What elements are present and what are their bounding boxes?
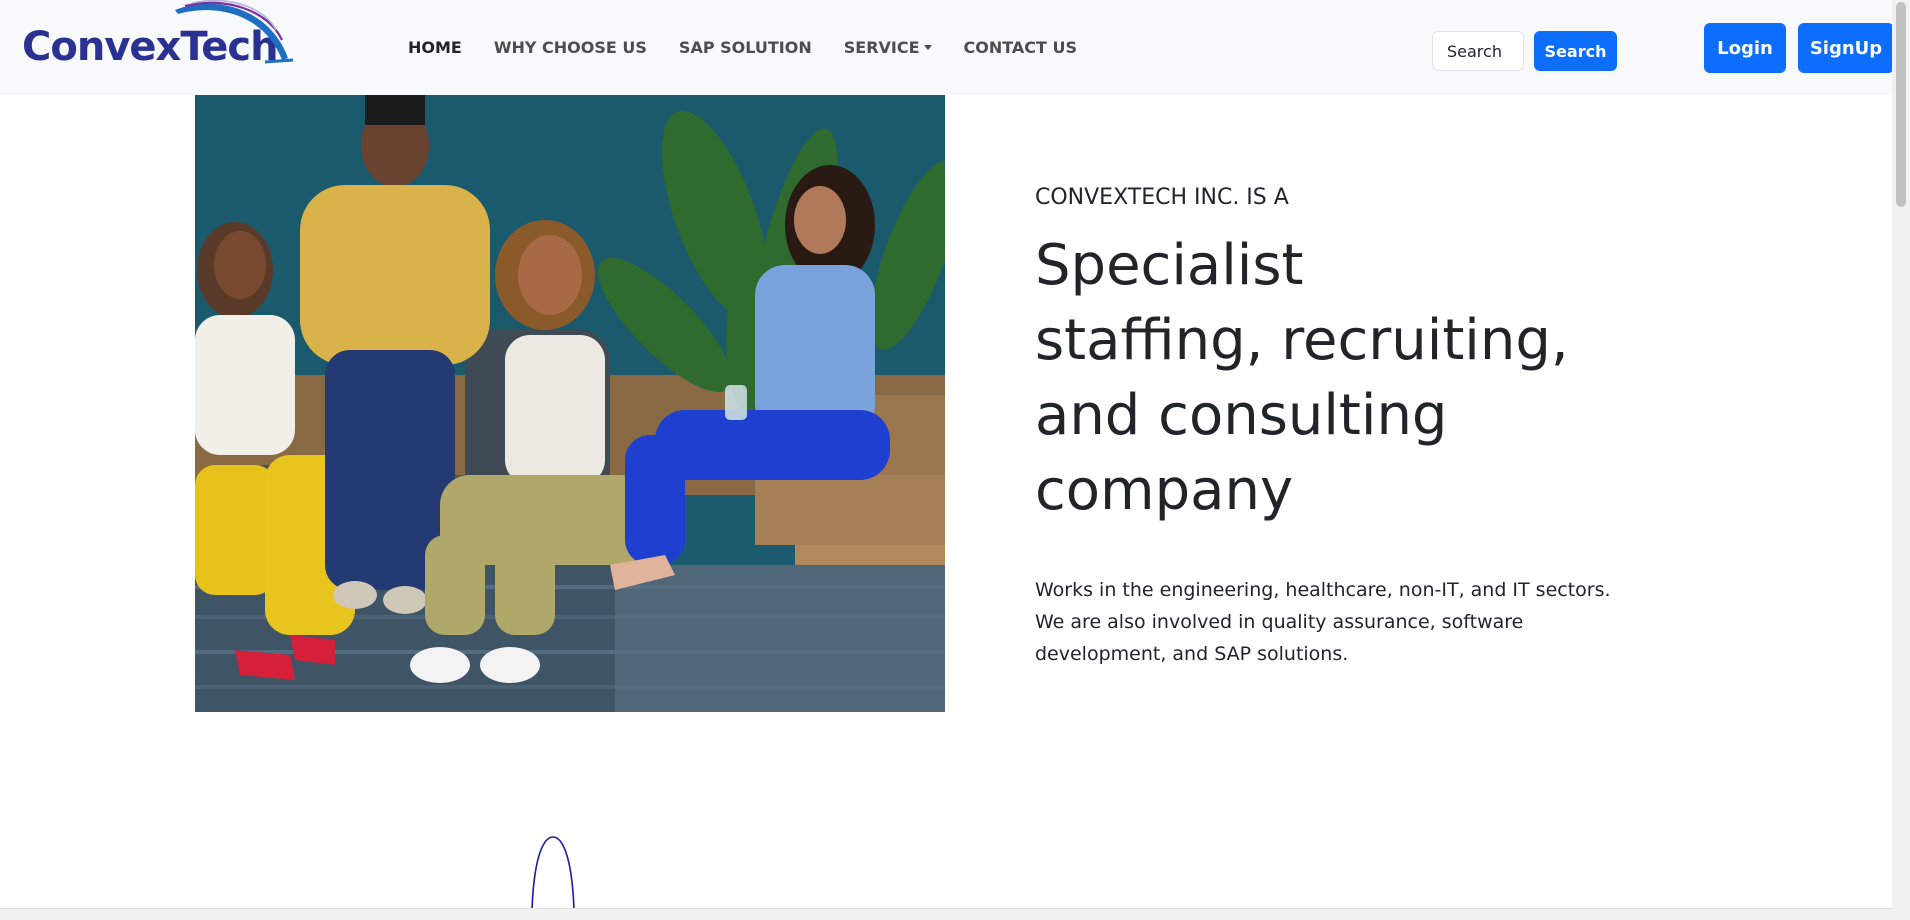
headline-line: staffing, recruiting, [1035,308,1569,373]
hero-headline: Specialist staffing, recruiting, and con… [1035,228,1655,528]
hero-description: Works in the engineering, healthcare, no… [1035,579,1611,665]
nav-sap-solution[interactable]: SAP SOLUTION [679,38,812,57]
navbar: ConvexTech HOME WHY CHOOSE US SAP SOLUTI… [0,0,1894,95]
headline-line: and consulting [1035,383,1448,448]
login-button[interactable]: Login [1704,23,1786,73]
nav-contact-us[interactable]: CONTACT US [964,38,1078,57]
nav-service-label: SERVICE [843,38,920,57]
nav-service-dropdown[interactable]: SERVICE [844,38,932,57]
logo-text-convex: Convex [22,24,181,70]
team-photo-illustration [195,95,945,712]
hero-team-photo [195,95,945,712]
search-input[interactable] [1432,31,1524,71]
nav-why-choose-us[interactable]: WHY CHOOSE US [494,38,647,57]
headline-line: Specialist [1035,233,1304,298]
vertical-scrollbar[interactable] [1892,0,1910,920]
horizontal-scrollbar[interactable] [0,908,1892,920]
hero-content: CONVEXTECH INC. IS A Specialist staffing… [1035,185,1655,689]
scrollbar-thumb[interactable] [1896,2,1906,207]
search-button[interactable]: Search [1534,31,1617,71]
decorative-arch-icon [531,836,575,910]
headline-line: company [1035,458,1294,523]
main-nav: HOME WHY CHOOSE US SAP SOLUTION SERVICE … [408,0,1109,95]
logo-swoosh-icon [175,0,294,64]
caret-down-icon [923,45,932,50]
signup-button[interactable]: SignUp [1798,23,1894,73]
nav-home[interactable]: HOME [408,38,462,57]
hero-eyebrow: CONVEXTECH INC. IS A [1035,185,1289,210]
convextech-logo[interactable]: ConvexTech [20,0,294,70]
